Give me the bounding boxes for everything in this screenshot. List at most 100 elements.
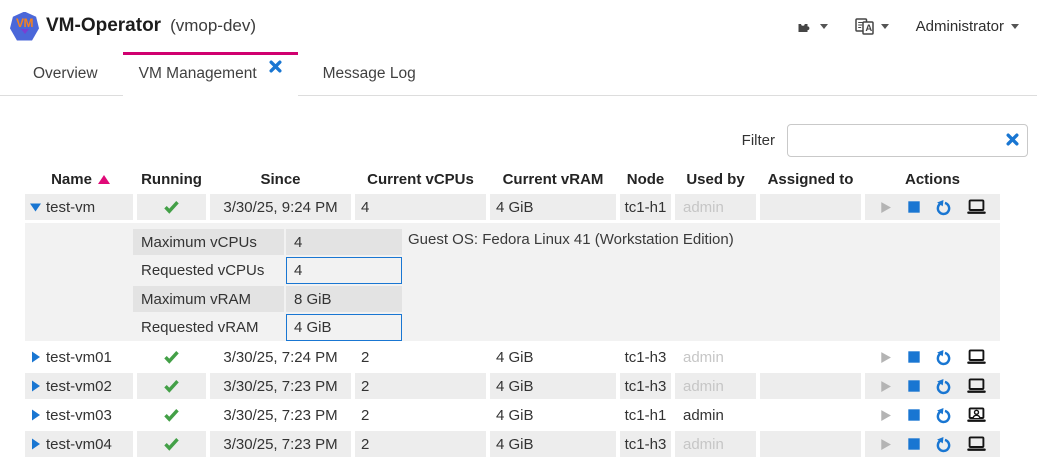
column-header-used_by[interactable]: Used by [675,171,756,188]
app-subtitle: (vmop-dev) [170,16,256,36]
expand-row-icon[interactable] [28,351,43,363]
console-icon [966,436,987,452]
start-vm-button[interactable] [878,408,893,423]
since-cell: 3/30/25, 7:23 PM [210,431,351,457]
node-cell: tc1-h3 [620,431,671,457]
stop-vm-button[interactable] [907,379,921,393]
running-cell [137,373,206,399]
app-logo-icon: VM [10,12,39,41]
expand-row-icon[interactable] [28,380,43,392]
console-vm-button[interactable] [966,407,987,423]
tab-label: VM Management [139,65,257,83]
chevron-down-icon [1011,24,1019,29]
logo-text: VM [16,18,33,29]
close-tab-icon[interactable] [269,60,282,73]
restart-vm-button[interactable] [935,407,952,424]
node-cell: tc1-h1 [620,194,671,220]
play-icon [878,408,893,423]
expand-row-icon[interactable] [28,438,43,450]
node-cell: tc1-h3 [620,344,671,370]
filter-input[interactable] [787,124,1028,157]
stop-vm-button[interactable] [907,200,921,214]
restart-icon [935,349,952,366]
guest-os-label: Guest OS: Fedora Linux 41 (Workstation E… [408,231,734,248]
vm-name: test-vm [46,199,95,216]
start-vm-button[interactable] [878,379,893,394]
vm-detail-panel: Maximum vCPUs4Requested vCPUsMaximum vRA… [25,223,1000,341]
actions-cell [865,194,1000,220]
column-header-label: Since [260,171,300,188]
actions-cell [865,402,1000,428]
restart-vm-button[interactable] [935,436,952,453]
requested-vram-input[interactable] [286,314,402,341]
column-header-label: Used by [686,171,744,188]
filter-clear-icon[interactable] [1006,133,1019,146]
column-header-since[interactable]: Since [210,171,351,188]
stop-vm-button[interactable] [907,437,921,451]
vm-name: test-vm02 [46,378,112,395]
requested-vcpus-input[interactable] [286,257,402,284]
console-vm-button[interactable] [966,378,987,394]
table-body: test-vm3/30/25, 9:24 PM44 GiBtc1-h1admin… [25,194,1000,457]
restart-icon [935,407,952,424]
column-header-node[interactable]: Node [620,171,671,188]
current-vram-cell: 4 GiB [490,402,616,428]
column-header-running[interactable]: Running [137,171,206,188]
vm-name-cell: test-vm02 [25,373,133,399]
column-header-vram[interactable]: Current vRAM [490,171,616,188]
column-header-assigned_to[interactable]: Assigned to [760,171,861,188]
used-by-cell: admin [675,344,756,370]
console-vm-button[interactable] [966,436,987,452]
start-vm-button[interactable] [878,200,893,215]
stop-vm-button[interactable] [907,408,921,422]
tab-overview[interactable]: Overview [8,52,123,96]
column-header-label: Current vCPUs [367,171,474,188]
vm-detail-form: Maximum vCPUs4Requested vCPUsMaximum vRA… [133,229,402,341]
console-icon [966,349,987,365]
restart-icon [935,199,952,216]
start-vm-button[interactable] [878,437,893,452]
detail-field-label: Requested vRAM [133,314,284,340]
current-vcpus-cell: 2 [355,402,486,428]
since-cell: 3/30/25, 7:24 PM [210,344,351,370]
sort-ascending-icon [98,175,110,184]
play-icon [878,350,893,365]
start-vm-button[interactable] [878,350,893,365]
detail-field-value: 8 GiB [286,286,402,312]
table-row: test-vm023/30/25, 7:23 PM24 GiBtc1-h3adm… [25,373,1000,399]
console-vm-button[interactable] [966,199,987,215]
current-vram-cell: 4 GiB [490,344,616,370]
console-vm-button[interactable] [966,349,987,365]
column-header-actions[interactable]: Actions [865,171,1000,188]
collapse-row-icon[interactable] [28,201,43,213]
column-header-label: Current vRAM [503,171,604,188]
current-vram-cell: 4 GiB [490,373,616,399]
vm-name-cell: test-vm04 [25,431,133,457]
play-icon [878,379,893,394]
filter-label: Filter [742,132,775,149]
table-row: test-vm043/30/25, 7:23 PM24 GiBtc1-h3adm… [25,431,1000,457]
detail-field-label: Maximum vRAM [133,286,284,312]
components-menu[interactable] [796,18,828,34]
tab-vm-management[interactable]: VM Management [123,52,298,96]
running-check-icon [163,408,180,422]
column-header-vcpus[interactable]: Current vCPUs [355,171,486,188]
user-menu[interactable]: Administrator [916,18,1019,35]
expand-row-icon[interactable] [28,409,43,421]
column-header-label: Actions [905,171,960,188]
column-header-label: Running [141,171,202,188]
actions-cell [865,373,1000,399]
top-menus: A Administrator [796,18,1019,35]
restart-icon [935,378,952,395]
tab-label: Overview [33,65,98,83]
table-row: test-vm033/30/25, 7:23 PM24 GiBtc1-h1adm… [25,402,1000,428]
language-menu[interactable]: A [855,18,889,35]
column-header-name[interactable]: Name [25,171,133,188]
stop-vm-button[interactable] [907,350,921,364]
play-icon [878,200,893,215]
restart-vm-button[interactable] [935,378,952,395]
current-vram-cell: 4 GiB [490,431,616,457]
restart-vm-button[interactable] [935,199,952,216]
tab-message-log[interactable]: Message Log [298,52,441,96]
restart-vm-button[interactable] [935,349,952,366]
